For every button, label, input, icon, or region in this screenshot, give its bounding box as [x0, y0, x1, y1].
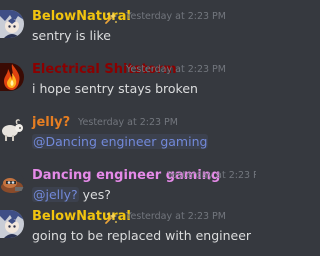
user-mention[interactable]: @jelly?	[32, 187, 79, 202]
message-text: i hope sentry stays broken	[32, 81, 198, 96]
goat-avatar-icon[interactable]	[0, 116, 24, 144]
message-text: sentry is like	[32, 28, 111, 43]
timestamp: Yesterday at 2:23 PM	[167, 170, 256, 181]
message-text: going to be replaced with engineer	[32, 228, 252, 243]
message: BelowNatural Yesterday at 2:23 PM sentry…	[0, 9, 256, 57]
message: Electrical Shitstorm Yesterday at 2:23 P…	[0, 62, 256, 110]
anime-avatar-icon[interactable]	[0, 210, 24, 238]
message: jelly? Yesterday at 2:23 PM @Dancing eng…	[0, 115, 256, 163]
timestamp: Yesterday at 2:23 PM	[126, 11, 226, 22]
timestamp: Yesterday at 2:23 PM	[126, 64, 226, 75]
timestamp: Yesterday at 2:23 PM	[78, 117, 178, 128]
user-mention[interactable]: @Dancing engineer gaming	[32, 134, 209, 149]
message-text: @Dancing engineer gaming	[32, 134, 209, 150]
username[interactable]: jelly?	[32, 115, 70, 131]
sparkle-icon	[104, 210, 118, 224]
timestamp: Yesterday at 2:23 PM	[126, 211, 226, 222]
message-text: @jelly? yes?	[32, 187, 111, 203]
message: BelowNatural Yesterday at 2:23 PM going …	[0, 209, 256, 256]
chat-log: BelowNatural Yesterday at 2:23 PM sentry…	[0, 0, 256, 256]
engineer-avatar-icon[interactable]	[0, 169, 24, 197]
sparkle-icon	[104, 10, 118, 24]
anime-avatar-icon[interactable]	[0, 10, 24, 38]
fire-avatar-icon[interactable]	[0, 63, 24, 91]
message-text-body: yes?	[82, 187, 111, 202]
